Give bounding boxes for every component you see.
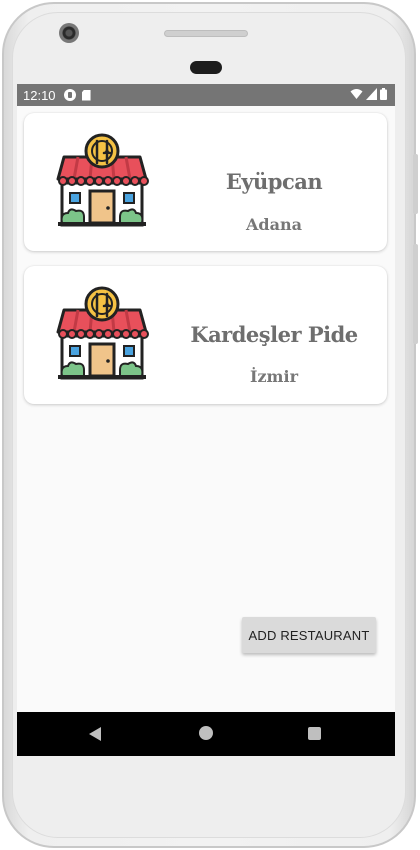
back-icon[interactable] (89, 727, 101, 741)
battery-icon (380, 88, 387, 100)
restaurant-city: İzmir (249, 367, 298, 386)
status-bar: 12:10 (17, 84, 395, 106)
app-notification-icon (63, 89, 76, 101)
recents-icon[interactable] (308, 727, 321, 740)
navigation-bar (17, 712, 395, 756)
restaurant-name: Kardeşler Pide (190, 322, 358, 347)
front-camera (59, 23, 79, 43)
sd-card-icon (81, 89, 91, 101)
add-restaurant-button[interactable]: ADD RESTAURANT (242, 617, 376, 653)
restaurant-name: Eyüpcan (225, 169, 323, 194)
home-icon[interactable] (199, 726, 213, 740)
restaurant-city: Adana (246, 215, 302, 234)
restaurant-store-icon (56, 133, 149, 227)
proximity-sensor (190, 61, 222, 74)
restaurant-card[interactable]: Kardeşler Pide İzmir (24, 266, 387, 404)
restaurant-card[interactable]: Eyüpcan Adana (24, 113, 387, 251)
volume-button (413, 244, 418, 344)
status-time: 12:10 (23, 87, 56, 103)
wifi-icon (350, 89, 363, 99)
app-screen: 12:10 Eyüpcan Adana Kardeşler Pide İzmir… (17, 84, 395, 756)
restaurant-store-icon (56, 286, 149, 380)
power-button (413, 154, 418, 214)
earpiece-speaker (164, 30, 248, 37)
signal-icon (366, 88, 377, 100)
